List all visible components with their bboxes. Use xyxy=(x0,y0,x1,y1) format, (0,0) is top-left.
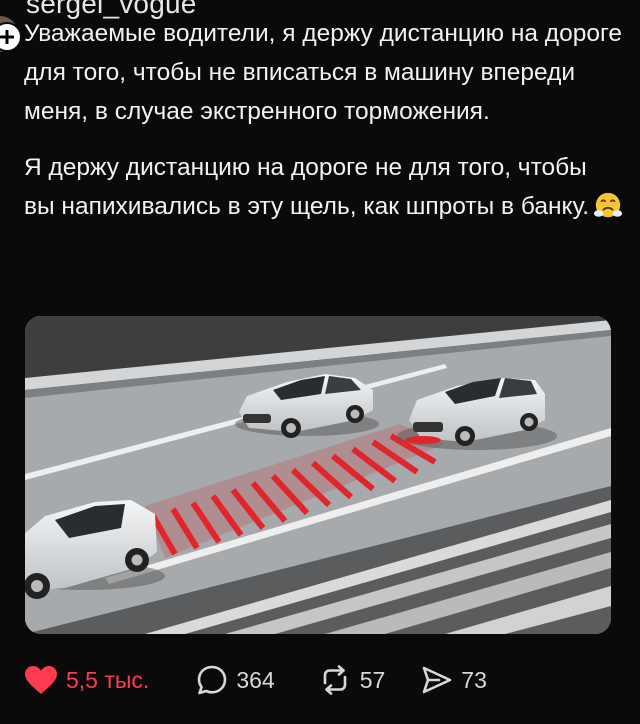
reply-button[interactable]: 364 xyxy=(196,664,275,696)
post-text: Уважаемые водители, я держу дистанцию на… xyxy=(24,14,624,243)
heart-icon xyxy=(25,666,57,694)
repost-button[interactable]: 57 xyxy=(319,665,386,695)
post-paragraph-1: Уважаемые водители, я держу дистанцию на… xyxy=(24,20,622,125)
send-icon xyxy=(422,666,452,694)
share-button[interactable]: 73 xyxy=(421,665,487,695)
post-image[interactable] xyxy=(25,316,611,634)
share-count: 73 xyxy=(461,666,487,693)
like-count: 5,5 тыс. xyxy=(66,666,150,693)
post-paragraph-2: Я держу дистанцию на дороге не для того,… xyxy=(24,148,624,226)
like-button[interactable]: 5,5 тыс. xyxy=(24,665,149,695)
comment-bubble-icon xyxy=(198,665,227,695)
repost-icon xyxy=(323,665,347,695)
plus-icon xyxy=(0,30,14,44)
road-illustration xyxy=(25,316,611,634)
steam-face-emoji-icon xyxy=(594,192,623,218)
reply-count: 364 xyxy=(236,666,275,693)
post-paragraph-2-text: Я держу дистанцию на дороге не для того,… xyxy=(24,154,590,220)
follow-button[interactable] xyxy=(0,22,22,52)
repost-count: 57 xyxy=(359,666,386,693)
post-actions: 5,5 тыс. 364 57 73 xyxy=(24,660,487,700)
